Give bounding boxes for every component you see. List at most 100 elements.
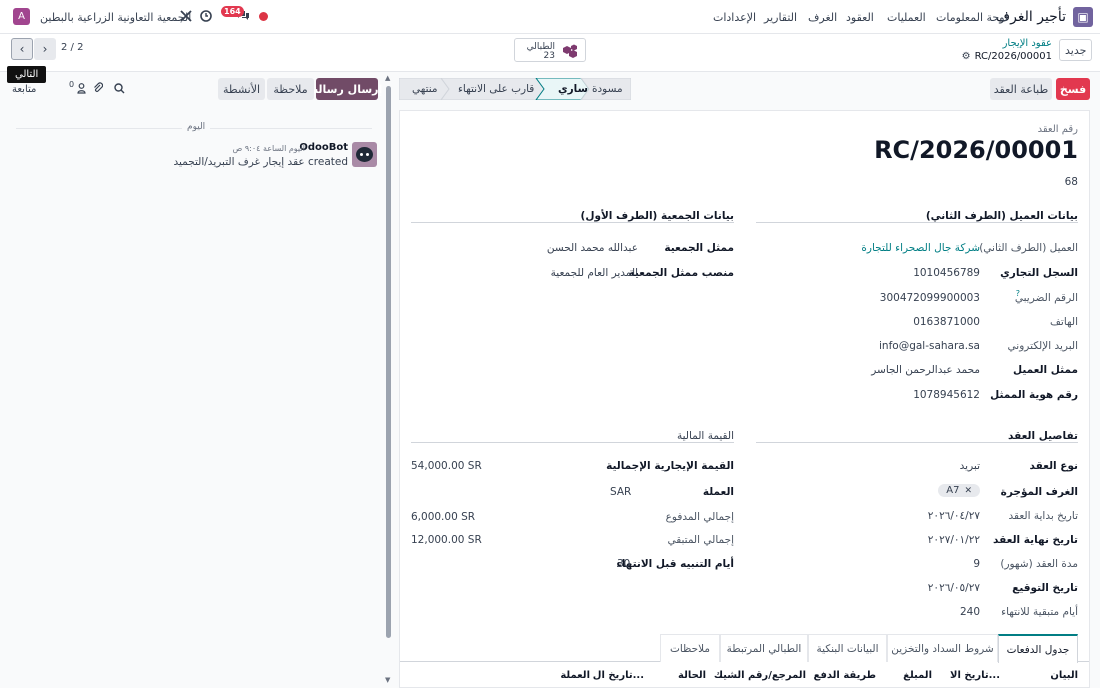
assoc-rep-value[interactable]: عبدالله محمد الحسن [547, 242, 638, 254]
followers-count: 0 [69, 80, 75, 89]
col-due-date[interactable]: تاريخ الا... [950, 670, 1000, 681]
stage-draft[interactable]: مسودة [592, 83, 623, 95]
currency-value[interactable]: SAR [610, 486, 631, 498]
client-section-title: بيانات العميل (الطرف الثاني) [925, 210, 1078, 222]
menu-settings[interactable]: الإعدادات [713, 11, 756, 24]
remove-tag-icon[interactable]: ✕ [964, 486, 972, 496]
day-label: اليوم [182, 122, 211, 132]
duration-value[interactable]: 9 [973, 558, 980, 570]
clock-icon[interactable] [200, 10, 212, 25]
finance-section-divider [411, 442, 734, 443]
pager-value[interactable]: 2 / 2 [61, 42, 83, 53]
alert-days-value[interactable]: 30 [617, 558, 630, 570]
tab-linked-pallets[interactable]: الطبالي المرتبطة [720, 634, 808, 662]
end-date-value[interactable]: ٢٠٢٧/٠١/٢٢ [928, 534, 980, 546]
commercial-register-value[interactable]: 1010456789 [913, 267, 980, 279]
rep-id-label: رقم هوية الممثل [990, 389, 1078, 401]
duration-label: مدة العقد (شهور) [1000, 558, 1078, 570]
chatter-scrollbar[interactable]: ▲ ▼ [383, 74, 393, 688]
phone-label: الهاتف [1050, 316, 1078, 328]
menu-dashboard[interactable]: لوحة المعلومات [936, 11, 1008, 24]
total-remaining-value[interactable]: 12,000.00 SR [411, 534, 482, 546]
tab-notes[interactable]: ملاحظات [660, 634, 720, 662]
rep-id-value[interactable]: 1078945612 [913, 389, 980, 401]
client-rep-value[interactable]: محمد عبدالرحمن الجاسر [871, 364, 980, 376]
contract-details-divider [756, 442, 1078, 443]
top-navbar: ▣ تأجير الغرف لوحة المعلومات العمليات ال… [0, 0, 1100, 34]
chevron-right-icon: › [42, 42, 48, 56]
total-remaining-label: إجمالي المتبقي [667, 534, 734, 546]
association-section-divider [411, 222, 734, 223]
message-author[interactable]: OdooBot [299, 142, 348, 153]
start-date-label: تاريخ بداية العقد [1008, 510, 1078, 522]
signing-date-value[interactable]: ٢٠٢٦/٠٥/٢٧ [928, 582, 980, 594]
col-amount[interactable]: المبلغ [903, 670, 932, 681]
assoc-position-label: منصب ممثل الجمعية [628, 267, 735, 279]
search-icon[interactable] [114, 83, 125, 97]
menu-rooms[interactable]: الغرف [808, 11, 837, 24]
pallets-smart-button[interactable]: الطبالي 23 [514, 38, 586, 62]
tax-number-label: الرقم الضريبي [1014, 292, 1078, 304]
email-label: البريد الإلكتروني [1007, 340, 1078, 352]
chevron-left-icon: ‹ [19, 42, 25, 56]
alert-days-label: أيام التنبيه قبل الانتهاء [616, 558, 734, 570]
control-panel: جديد عقود الإيجار ⚙ RC/2026/00001 الطبال… [0, 34, 1100, 72]
gear-icon[interactable]: ⚙ [962, 51, 971, 62]
user-avatar[interactable]: A [13, 8, 30, 25]
rented-rooms-label: الغرف المؤجرة [1000, 486, 1078, 498]
phone-value[interactable]: 0163871000 [913, 316, 980, 328]
send-message-button[interactable]: إرسال رسالة [312, 78, 382, 100]
form-sheet [399, 110, 1090, 688]
menu-reports[interactable]: التقارير [764, 11, 797, 24]
room-tag[interactable]: A7 ✕ [938, 484, 980, 497]
stage-active[interactable]: ساري [558, 83, 588, 95]
col-reference[interactable]: المرجع/رقم الشيك [714, 670, 806, 681]
contract-sub-number: 68 [1064, 176, 1078, 188]
follow-button[interactable]: متابعة [12, 84, 36, 95]
previous-button[interactable]: ‹ [11, 38, 33, 60]
menu-operations[interactable]: العمليات [887, 11, 926, 24]
client-rep-label: ممثل العميل [1012, 364, 1078, 376]
col-date[interactable]: تاريخ ال... [593, 670, 644, 681]
tax-number-value[interactable]: 300472099900003 [880, 292, 980, 304]
total-paid-label: إجمالي المدفوع [665, 511, 734, 523]
client-value[interactable]: شركة جال الصحراء للتجارة [861, 242, 980, 254]
cancel-contract-button[interactable]: فسخ [1056, 78, 1090, 100]
paperclip-icon[interactable] [93, 82, 104, 97]
tab-bank-data[interactable]: البيانات البنكية [808, 634, 887, 662]
remaining-days-value[interactable]: 240 [960, 606, 980, 618]
start-date-value[interactable]: ٢٠٢٦/٠٤/٢٧ [928, 510, 980, 522]
log-note-button[interactable]: ملاحظة [267, 78, 314, 100]
tab-payment-terms[interactable]: شروط السداد والتخزين [887, 634, 998, 662]
stage-near-expiry[interactable]: قارب على الانتهاء [458, 83, 534, 95]
record-name: RC/2026/00001 [974, 51, 1052, 62]
total-paid-value[interactable]: 6,000.00 SR [411, 511, 475, 523]
col-description[interactable]: البيان [1050, 670, 1078, 681]
email-value[interactable]: info@gal-sahara.sa [879, 340, 980, 352]
smart-button-count: 23 [543, 51, 555, 61]
contract-type-value[interactable]: تبريد [960, 460, 980, 472]
status-dot-icon[interactable] [259, 12, 268, 21]
stage-expired[interactable]: منتهي [412, 83, 438, 95]
contract-number[interactable]: RC/2026/00001 [874, 136, 1078, 164]
room-tag-label: A7 [946, 485, 960, 496]
total-rent-label: القيمة الإيجارية الإجمالية [606, 460, 734, 472]
menu-contracts[interactable]: العقود [846, 11, 874, 24]
total-rent-value[interactable]: 54,000.00 SR [411, 460, 482, 472]
user-icon[interactable] [77, 83, 86, 97]
help-icon[interactable]: ? [1016, 289, 1020, 298]
company-name[interactable]: الجمعية التعاونية الزراعية بالبطين [40, 11, 191, 24]
tab-payments[interactable]: جدول الدفعات [998, 634, 1078, 663]
breadcrumb-parent[interactable]: عقود الإيجار [1003, 38, 1052, 49]
cubes-icon [563, 44, 577, 58]
app-icon[interactable]: ▣ [1073, 7, 1093, 27]
print-contract-button[interactable]: طباعة العقد [990, 78, 1052, 100]
client-label: العميل (الطرف الثاني) [979, 242, 1078, 254]
col-status[interactable]: الحالة [678, 670, 706, 681]
next-button[interactable]: › [34, 38, 56, 60]
activities-button[interactable]: الأنشطة [218, 78, 265, 100]
assoc-position-value[interactable]: المدير العام للجمعية [551, 267, 638, 279]
new-button[interactable]: جديد [1059, 39, 1093, 61]
col-payment-method[interactable]: طريقة الدفع [814, 670, 876, 681]
col-currency[interactable]: العملة [560, 670, 590, 681]
